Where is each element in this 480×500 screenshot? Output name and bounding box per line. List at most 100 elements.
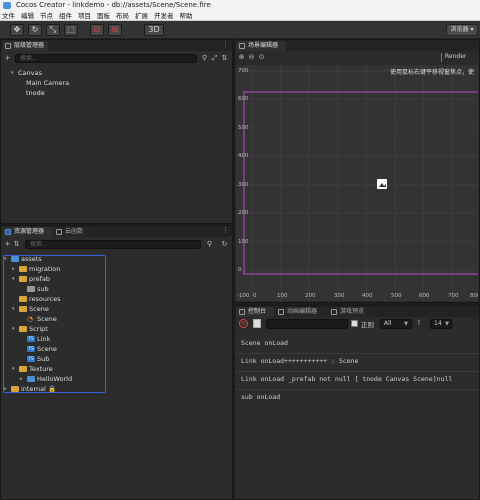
log-line: Link onLoad+++++++++++ : Scene — [241, 357, 359, 365]
open-log-file-icon[interactable] — [253, 319, 261, 328]
menu-project[interactable]: 项目 — [75, 11, 94, 21]
assets-tab-icon — [5, 229, 11, 235]
image-icon — [27, 376, 35, 382]
tab-game-preview[interactable]: 游戏预览 — [328, 307, 374, 317]
menu-component[interactable]: 组件 — [56, 11, 75, 21]
scene-tab-icon — [239, 43, 245, 49]
x-axis-label: 500 — [391, 293, 402, 299]
tab-hierarchy[interactable]: 层级管理器 — [2, 41, 48, 51]
move-tool-button[interactable]: ✥ — [10, 24, 24, 36]
zoom-in-icon[interactable]: ⊕ — [237, 53, 246, 62]
log-line: Scene onLoad — [241, 339, 288, 347]
sort-icon[interactable]: ⇅ — [12, 240, 21, 249]
search-icon[interactable]: ⚲ — [205, 240, 214, 249]
x-axis-label: 700 — [448, 293, 459, 299]
menu-file[interactable]: 文件 — [0, 11, 18, 21]
scene-toolbar: ⊕ ⊖ ⊙ Render — [235, 51, 479, 65]
zoom-reset-icon[interactable]: ⊙ — [257, 53, 266, 62]
chevron-right-icon[interactable]: ▸ — [4, 384, 10, 394]
hierarchy-search-input[interactable]: 搜索... — [15, 54, 197, 63]
console-panel: 控制台 动画编辑器 游戏预览 ⊘ 正则 All ▼ ⊺ 14 ▼ Scene o… — [234, 305, 480, 500]
folder-icon — [19, 306, 27, 312]
regex-checkbox[interactable] — [351, 320, 358, 327]
y-axis-label: 0 — [238, 267, 242, 273]
clear-console-icon[interactable]: ⊘ — [239, 319, 248, 328]
console-tab-icon — [239, 309, 245, 315]
scale-tool-button[interactable]: ⤡ — [46, 24, 60, 36]
folder-icon — [19, 366, 27, 372]
folder-icon — [11, 386, 19, 392]
locate-icon[interactable]: ⤢ — [210, 54, 219, 63]
menu-edit[interactable]: 编辑 — [18, 11, 37, 21]
chevron-down-icon[interactable]: ▾ — [12, 324, 18, 334]
prefab-icon — [27, 286, 35, 292]
app-logo-icon — [3, 2, 11, 9]
console-toolbar: ⊘ 正则 All ▼ ⊺ 14 ▼ — [235, 317, 479, 331]
add-asset-icon[interactable]: + — [3, 240, 12, 249]
animation-tab-icon — [278, 309, 284, 315]
menu-layout[interactable]: 布局 — [113, 11, 132, 21]
panel-menu-icon[interactable]: ⋮ — [222, 226, 229, 234]
log-level-select[interactable]: All ▼ — [380, 319, 412, 329]
cloud-icon — [56, 229, 62, 235]
scene-viewport[interactable]: 使用鼠标右键平移视窗焦点，使 700 600 500 400 300 200 1… — [236, 65, 478, 301]
y-axis-label: 300 — [238, 182, 249, 188]
local-pivot-button[interactable]: ⊟ — [90, 24, 104, 36]
font-size-select[interactable]: 14 ▼ — [430, 319, 452, 329]
typescript-file-icon: TS — [27, 336, 35, 342]
refresh-icon[interactable]: ↻ — [220, 240, 229, 249]
chevron-down-icon[interactable]: ▾ — [12, 364, 18, 374]
y-axis-label: 500 — [238, 125, 249, 131]
folder-icon — [19, 266, 27, 272]
tab-animation-editor[interactable]: 动画编辑器 — [275, 307, 327, 317]
menu-help[interactable]: 帮助 — [177, 11, 196, 21]
menu-panel[interactable]: 面板 — [94, 11, 113, 21]
panel-menu-icon[interactable]: ⋮ — [222, 40, 229, 48]
zoom-out-icon[interactable]: ⊖ — [247, 53, 256, 62]
x-axis-label: 800 — [470, 293, 478, 299]
x-axis-label: 400 — [362, 293, 373, 299]
search-icon[interactable]: ⚲ — [200, 54, 209, 63]
x-axis-label: 200 — [305, 293, 316, 299]
scene-file-icon: ◔ — [27, 315, 34, 323]
chevron-down-icon[interactable]: ▾ — [12, 304, 18, 314]
rotate-tool-button[interactable]: ↻ — [28, 24, 42, 36]
chevron-down-icon: ▼ — [404, 321, 408, 327]
folder-icon — [19, 276, 27, 282]
chevron-right-icon[interactable]: ▸ — [20, 374, 26, 384]
global-center-button[interactable]: ⊞ — [108, 24, 122, 36]
y-axis-label: 200 — [238, 210, 249, 216]
hierarchy-panel: 层级管理器 ⋮ + 搜索... ⚲ ⤢ ⇅ ▾ Canvas Main Came… — [0, 39, 233, 224]
regex-label: 正则 — [361, 321, 374, 329]
preview-tab-icon — [331, 309, 337, 315]
chevron-down-icon[interactable]: ▾ — [4, 254, 10, 264]
typescript-file-icon: TS — [27, 346, 35, 352]
refresh-icon[interactable]: ⇅ — [220, 54, 229, 63]
x-axis-label: 100 — [277, 293, 288, 299]
x-axis-label: 0 — [253, 293, 257, 299]
chevron-down-icon[interactable]: ▾ — [12, 274, 18, 284]
menu-extension[interactable]: 扩展 — [132, 11, 151, 21]
scene-grid — [236, 65, 478, 301]
window-title: Cocos Creator - linkdemo - db://assets/S… — [16, 1, 211, 9]
folder-icon — [19, 326, 27, 332]
menu-developer[interactable]: 开发者 — [151, 11, 177, 21]
assets-search-input[interactable]: 搜索... — [25, 240, 201, 249]
chevron-down-icon[interactable]: ▾ — [11, 68, 17, 78]
rect-tool-button[interactable]: ⬚ — [64, 24, 78, 36]
tab-assets[interactable]: 资源管理器 — [2, 227, 52, 237]
tab-console[interactable]: 控制台 — [236, 307, 274, 317]
console-log-area[interactable]: Scene onLoad Link onLoad+++++++++++ : Sc… — [235, 331, 479, 499]
chevron-down-icon: ▼ — [445, 321, 449, 327]
menu-node[interactable]: 节点 — [37, 11, 56, 21]
x-axis-label: 300 — [334, 293, 345, 299]
chevron-right-icon[interactable]: ▸ — [12, 264, 18, 274]
log-line: sub onLoad — [241, 393, 281, 401]
tab-scene-editor[interactable]: 场景编辑器 — [236, 41, 286, 51]
console-filter-input[interactable] — [266, 319, 348, 329]
preview-platform-select[interactable]: 浏览器 ▾ — [446, 24, 478, 36]
tab-cloud-functions[interactable]: 云函数 — [53, 227, 91, 237]
window-titlebar: Cocos Creator - linkdemo - db://assets/S… — [0, 0, 480, 11]
add-node-icon[interactable]: + — [3, 54, 12, 63]
mode-3d-button[interactable]: 3D — [144, 24, 164, 36]
